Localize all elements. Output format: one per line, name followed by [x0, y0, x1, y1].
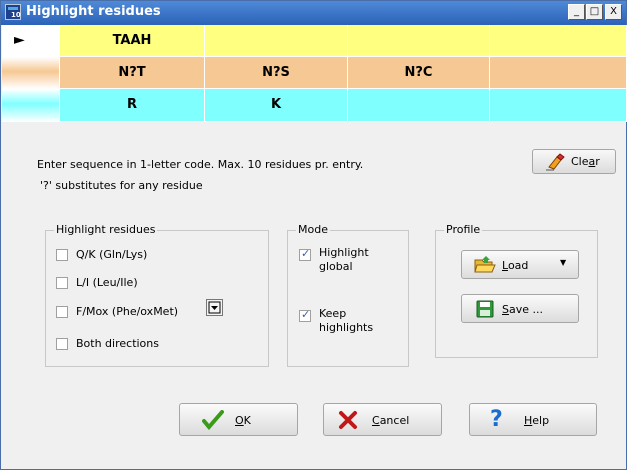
grid-cell[interactable]: N?T — [60, 57, 205, 89]
save-button[interactable]: Save ... — [461, 294, 579, 323]
grid-cell[interactable]: N?S — [205, 57, 348, 89]
folder-open-icon — [474, 256, 496, 273]
li-checkbox[interactable] — [56, 277, 68, 289]
dialog-window: Highlight residues _ □ X ► TAAH N?T N?S … — [0, 0, 627, 470]
grid-cell[interactable] — [348, 25, 490, 57]
checkbox-label: Keep highlights — [319, 307, 374, 334]
grid-cell[interactable] — [205, 25, 348, 57]
caret-down-icon: ▼ — [560, 258, 567, 267]
fmox-options-button[interactable] — [206, 299, 223, 316]
row-pointer-icon: ► — [14, 32, 25, 48]
both-directions-checkbox[interactable] — [56, 338, 68, 350]
grid-cell[interactable] — [490, 89, 627, 122]
help-button[interactable]: ? Help — [469, 403, 597, 436]
ok-button[interactable]: OK — [179, 403, 298, 436]
checkbox-label: L/I (Leu/Ile) — [76, 276, 138, 289]
row-header[interactable] — [2, 57, 60, 89]
keep-highlights-checkbox[interactable] — [299, 308, 311, 322]
ok-button-label: OK — [235, 414, 251, 427]
chevron-down-icon — [208, 301, 221, 314]
close-button[interactable]: X — [605, 4, 622, 20]
title-bar[interactable]: Highlight residues _ □ X — [1, 1, 626, 25]
clear-button[interactable]: Clear — [532, 149, 616, 174]
sequence-grid[interactable]: ► TAAH N?T N?S N?C R K — [2, 25, 627, 130]
checkmark-icon — [202, 410, 224, 430]
grid-row-2[interactable]: N?T N?S N?C — [2, 57, 627, 89]
row-header[interactable] — [2, 89, 60, 122]
window-title: Highlight residues — [26, 4, 161, 19]
grid-row-1[interactable]: ► TAAH — [2, 25, 627, 57]
grid-cell[interactable] — [348, 89, 490, 122]
row-header[interactable]: ► — [2, 25, 60, 57]
instruction-text-2: '?' substitutes for any residue — [40, 179, 203, 192]
group-title: Profile — [444, 223, 483, 236]
x-icon — [339, 411, 357, 429]
maximize-icon: □ — [589, 6, 600, 17]
grid-cell[interactable]: K — [205, 89, 348, 122]
grid-cell[interactable] — [490, 25, 627, 57]
help-button-label: Help — [524, 414, 550, 427]
grid-cell[interactable] — [490, 57, 627, 89]
group-title: Highlight residues — [54, 223, 158, 236]
fmox-checkbox[interactable] — [56, 306, 68, 318]
cancel-button[interactable]: Cancel — [323, 403, 442, 436]
grid-cell[interactable]: R — [60, 89, 205, 122]
minimize-icon: _ — [574, 6, 579, 17]
checkbox-label: Both directions — [76, 337, 159, 350]
group-title: Mode — [296, 223, 330, 236]
instruction-text: Enter sequence in 1-letter code. Max. 10… — [37, 158, 364, 171]
save-button-label: Save ... — [502, 303, 543, 316]
app-icon — [5, 4, 21, 20]
maximize-button[interactable]: □ — [586, 4, 603, 20]
floppy-disk-icon — [476, 300, 494, 318]
highlight-global-checkbox[interactable] — [299, 247, 311, 261]
minimize-button[interactable]: _ — [568, 4, 585, 20]
clear-button-label: Clear — [571, 155, 600, 168]
close-icon: X — [610, 6, 617, 17]
question-icon: ? — [490, 407, 503, 432]
qk-checkbox[interactable] — [56, 249, 68, 261]
load-button[interactable]: Load ▼ — [461, 250, 579, 279]
load-button-label: Load — [502, 259, 529, 272]
checkbox-label: F/Mox (Phe/oxMet) — [76, 305, 179, 318]
checkbox-label: Highlight global — [319, 246, 369, 273]
eraser-icon — [546, 153, 565, 171]
grid-row-3[interactable]: R K — [2, 89, 627, 122]
cancel-button-label: Cancel — [372, 414, 410, 427]
checkbox-label: Q/K (Gln/Lys) — [76, 248, 148, 261]
grid-cell[interactable]: TAAH — [60, 25, 205, 57]
grid-cell[interactable]: N?C — [348, 57, 490, 89]
